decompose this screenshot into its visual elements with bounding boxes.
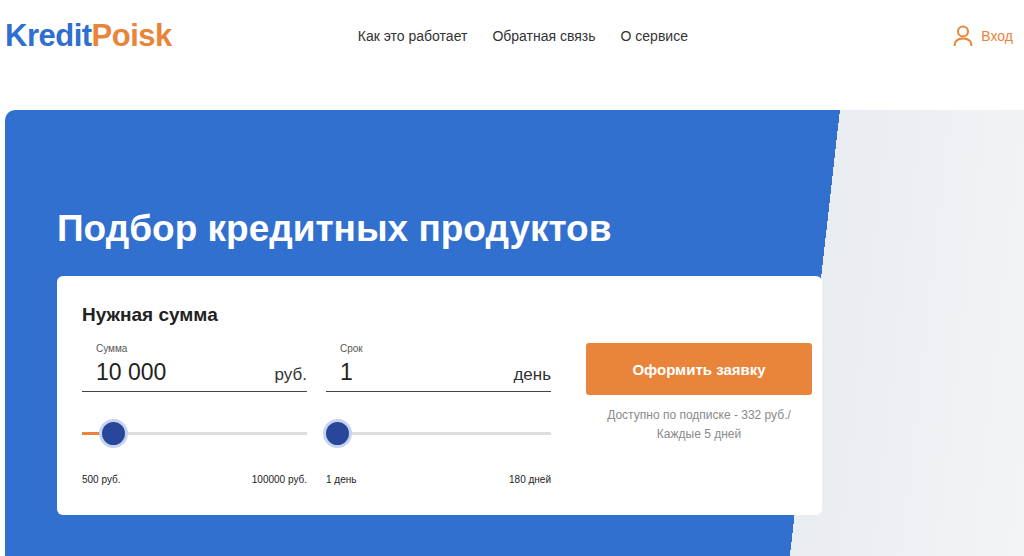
nav-link[interactable]: О сервисе (621, 28, 688, 44)
login-label[interactable]: Вход (981, 28, 1013, 44)
field-value[interactable]: 1 (340, 359, 353, 386)
form-title: Нужная сумма (82, 303, 552, 327)
login-link[interactable]: Вход (953, 25, 1019, 47)
slider-knob[interactable] (99, 419, 128, 448)
form-fields: Нужная сумма Сумма 10 000 руб. 500 руб. 10000… (82, 303, 552, 495)
submit-area: Оформить заявку Доступно по подписке - 33… (586, 303, 812, 495)
field-input[interactable]: 10 000 руб. (82, 355, 307, 392)
nav-link[interactable]: Как это работает (358, 28, 468, 44)
nav-link[interactable]: Обратная связь (492, 28, 595, 44)
field-input[interactable]: 1 день (326, 355, 551, 392)
field-label: Срок (326, 343, 551, 355)
subscription-note: Доступно по подписке - 332 руб./Каждые 5… (599, 406, 799, 444)
field-unit: день (513, 365, 551, 385)
logo-part: Kredit (5, 18, 92, 53)
submit-button[interactable]: Оформить заявку (586, 343, 812, 395)
form-field: Срок1день1 день180 дней (326, 343, 551, 485)
field-value[interactable]: 10 000 (96, 359, 166, 386)
range-min: 1 день (326, 474, 356, 485)
field-label: Сумма (82, 343, 307, 355)
user-icon[interactable] (953, 25, 973, 47)
header: KreditPoisk Как это работает Обратная связ… (0, 0, 1024, 72)
slider-knob[interactable] (323, 419, 352, 448)
logo-part: Poisk (92, 18, 172, 53)
nav-menu: Как это работает Обратная связь О сервисе (358, 28, 688, 44)
slider-range: 500 руб. 100000 руб. (82, 474, 307, 485)
slider-track[interactable] (82, 432, 307, 435)
range-max: 180 дней (509, 474, 551, 485)
form-field: Сумма 10 000 руб. 500 руб. 100000 руб. (82, 343, 307, 485)
field-unit: руб. (275, 365, 307, 385)
hero-title: Подбор кредитных продуктов (57, 206, 1024, 252)
slider-track[interactable] (326, 432, 551, 435)
logo[interactable]: KreditPoisk (5, 18, 172, 54)
slider-range: 1 день 180 дней (326, 474, 551, 485)
range-min: 500 руб. (82, 474, 121, 485)
hero-banner: Подбор кредитных продуктов Нужная сумма Су… (5, 110, 1024, 556)
loan-form: Нужная сумма Сумма 10 000 руб. 500 руб. 10000… (57, 276, 822, 515)
field-row: Сумма 10 000 руб. 500 руб. 100000 руб. Срок 1 д… (82, 343, 552, 485)
range-max: 100000 руб. (252, 474, 307, 485)
